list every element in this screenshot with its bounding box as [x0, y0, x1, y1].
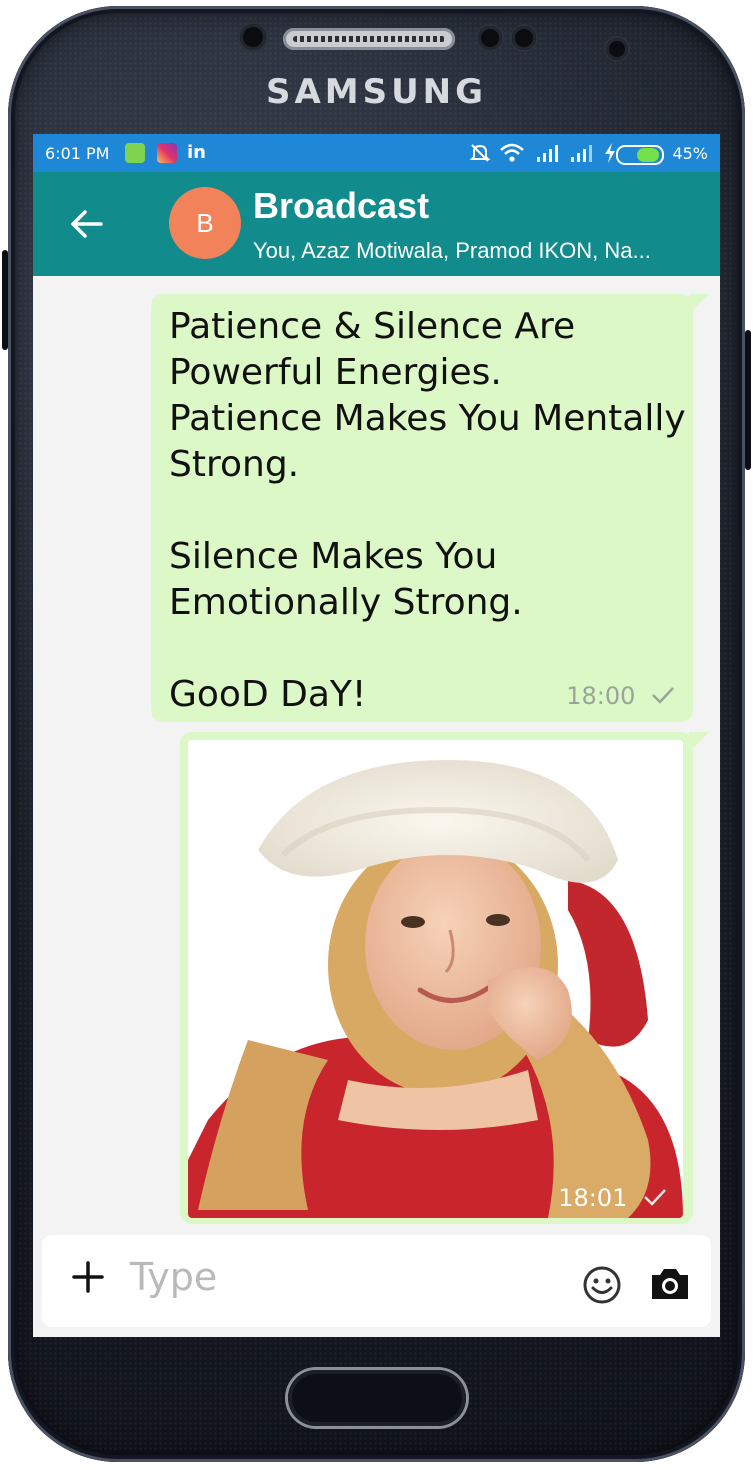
emoji-icon[interactable]: [582, 1265, 622, 1305]
photo[interactable]: [188, 740, 683, 1218]
chat-title[interactable]: Broadcast: [253, 185, 429, 227]
battery-percent: 45%: [672, 144, 708, 163]
mute-icon: [469, 144, 491, 162]
avatar[interactable]: B: [169, 187, 241, 259]
volume-button: [2, 250, 8, 350]
proximity-sensor: [240, 24, 266, 50]
image-message-meta: 18:01: [558, 1184, 667, 1212]
front-camera: [606, 38, 628, 60]
sent-check-icon: [652, 687, 674, 704]
screen: 6:01 PM in 45% B Broadcast You, Azaz Mot…: [33, 134, 720, 1337]
home-button: [288, 1370, 466, 1426]
chat-participants[interactable]: You, Azaz Motiwala, Pramod IKON, Na...: [253, 238, 713, 264]
power-button: [745, 330, 751, 470]
status-bar: 6:01 PM in 45%: [33, 134, 720, 172]
wifi-icon: [500, 143, 524, 162]
back-arrow-icon[interactable]: [67, 204, 107, 244]
android-icon: [125, 143, 145, 163]
instagram-icon: [157, 143, 177, 163]
signal-icon: [571, 145, 592, 162]
message-input[interactable]: Type: [130, 1255, 217, 1299]
attach-plus-icon[interactable]: [68, 1257, 108, 1297]
status-time: 6:01 PM: [45, 144, 110, 163]
image-message-time: 18:01: [558, 1184, 628, 1212]
message-meta: 18:00: [566, 682, 675, 710]
battery-icon: [616, 145, 664, 165]
camera-icon[interactable]: [648, 1263, 692, 1303]
light-sensor: [478, 26, 502, 50]
message-composer: Type: [42, 1235, 711, 1327]
sent-check-icon: [644, 1189, 666, 1206]
linkedin-icon: in: [187, 142, 206, 163]
sensor: [512, 26, 536, 50]
earpiece-speaker: [283, 28, 455, 50]
message-bubble[interactable]: Patience & Silence Are Powerful Energies…: [151, 294, 709, 722]
message-time: 18:00: [566, 682, 636, 710]
signal-icon: [537, 145, 558, 162]
girl-in-santa-hat-photo: [188, 740, 683, 1218]
charging-icon: [605, 143, 615, 163]
brand-logo: SAMSUNG: [265, 72, 488, 112]
image-message-bubble[interactable]: 18:01: [180, 732, 709, 1224]
message-text: Patience & Silence Are Powerful Energies…: [169, 306, 686, 715]
chat-header: B Broadcast You, Azaz Motiwala, Pramod I…: [33, 172, 720, 276]
